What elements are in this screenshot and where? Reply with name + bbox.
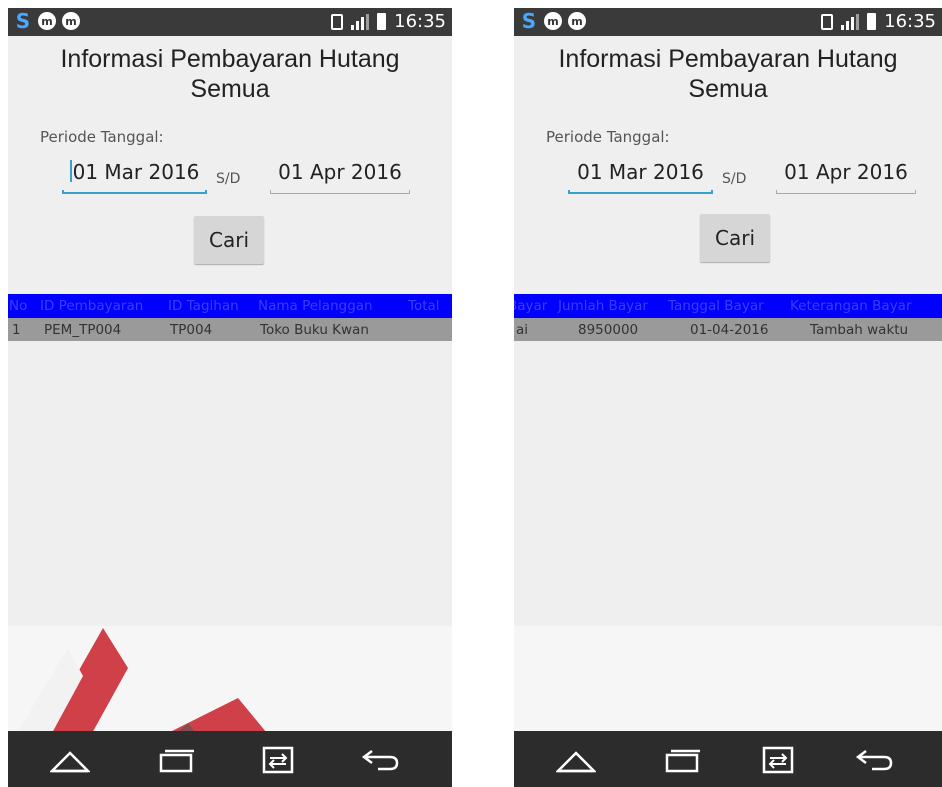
row-cell: PEM_TP004 (44, 322, 122, 338)
back-icon[interactable] (854, 745, 894, 775)
status-bar: S m m 16:35 (8, 8, 452, 36)
text-cursor (69, 160, 72, 182)
periode-label: Periode Tanggal: (40, 128, 164, 146)
end-date-field[interactable]: 01 Apr 2016 (776, 158, 916, 194)
row-cell: 8950000 (578, 322, 639, 338)
start-date-value: 01 Mar 2016 (72, 160, 200, 184)
messenger-icon: m (544, 12, 562, 30)
periode-label: Periode Tanggal: (546, 128, 670, 146)
header-cell: Keterangan Bayar (790, 298, 912, 314)
battery-icon (867, 13, 877, 30)
header-cell: Total (408, 298, 440, 314)
s-app-icon: S (15, 9, 31, 33)
row-cell: 1 (12, 322, 21, 338)
end-date-field[interactable]: 01 Apr 2016 (270, 158, 410, 194)
header-cell: ID Pembayaran (40, 298, 144, 314)
row-cell: Toko Buku Kwan (260, 322, 369, 338)
table-row[interactable]: 1 PEM_TP004 TP004 Toko Buku Kwan (8, 318, 452, 341)
status-bar: S m m 16:35 (514, 8, 942, 36)
header-cell: ID Tagihan (168, 298, 239, 314)
header-cell: Bayar (514, 298, 548, 314)
row-cell: ai (516, 322, 529, 338)
messenger-icon: m (568, 12, 586, 30)
date-separator: S/D (722, 171, 747, 187)
row-cell: 01-04-2016 (690, 322, 769, 338)
clock: 16:35 (884, 11, 936, 32)
recent-apps-icon[interactable] (662, 745, 702, 775)
header-cell: Jumlah Bayar (558, 298, 648, 314)
recent-apps-icon[interactable] (156, 745, 196, 775)
s-app-icon: S (521, 9, 537, 33)
table-header: Bayar Jumlah Bayar Tanggal Bayar Keteran… (514, 294, 942, 318)
navigation-bar (514, 731, 942, 787)
messenger-icon: m (62, 12, 80, 30)
header-cell: No (9, 298, 28, 314)
phone-screen-right: S m m 16:35 Informasi Pembayaran Hutang … (514, 8, 942, 787)
battery-icon (377, 13, 387, 30)
signal-icon (841, 13, 860, 30)
page-title: Informasi Pembayaran Hutang Semua (558, 45, 898, 103)
search-button[interactable]: Cari (194, 216, 264, 264)
clock: 16:35 (394, 11, 446, 32)
vibrate-icon (331, 13, 344, 30)
vibrate-icon (821, 13, 834, 30)
start-date-field[interactable]: 01 Mar 2016 (568, 158, 713, 194)
signal-icon (351, 13, 370, 30)
home-icon[interactable] (50, 745, 90, 775)
home-icon[interactable] (556, 745, 596, 775)
table-row[interactable]: ai 8950000 01-04-2016 Tambah waktu (514, 318, 942, 341)
messenger-icon: m (38, 12, 56, 30)
start-date-value: 01 Mar 2016 (577, 160, 704, 184)
end-date-value: 01 Apr 2016 (278, 160, 402, 184)
back-icon[interactable] (360, 745, 400, 775)
phone-screen-left: S m m 16:35 Informasi Pembayaran Hutang … (8, 8, 452, 787)
dual-window-icon[interactable] (258, 745, 298, 775)
row-cell: Tambah waktu (810, 322, 909, 338)
table-header: No ID Pembayaran ID Tagihan Nama Pelangg… (8, 294, 452, 318)
row-cell: TP004 (170, 322, 213, 338)
search-button[interactable]: Cari (700, 214, 770, 262)
header-cell: Tanggal Bayar (668, 298, 764, 314)
date-separator: S/D (216, 171, 241, 187)
navigation-bar (8, 731, 452, 787)
page-title: Informasi Pembayaran Hutang Semua (60, 45, 400, 103)
dual-window-icon[interactable] (758, 745, 798, 775)
start-date-field[interactable]: 01 Mar 2016 (62, 158, 207, 194)
header-cell: Nama Pelanggan (258, 298, 373, 314)
end-date-value: 01 Apr 2016 (784, 160, 908, 184)
